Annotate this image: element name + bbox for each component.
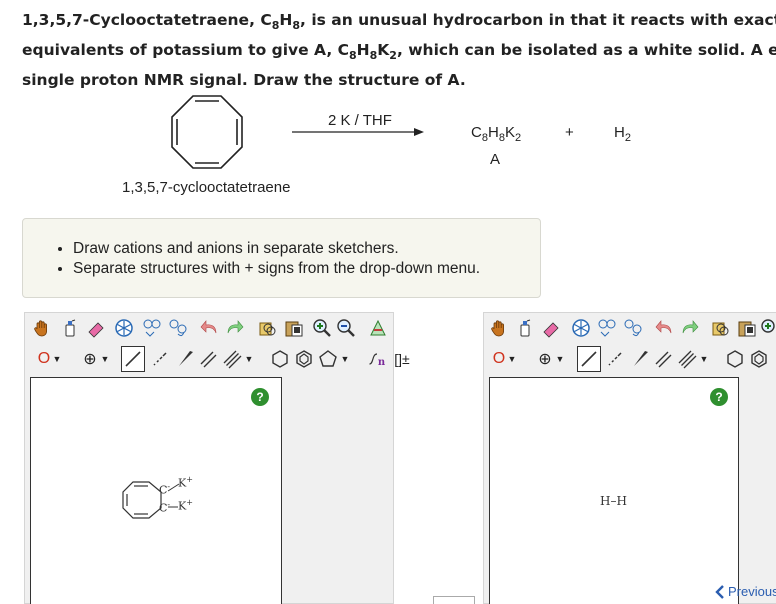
copy-icon[interactable] — [710, 317, 732, 339]
single-bond-icon[interactable] — [577, 346, 601, 372]
reagent-label: 2 K / THF — [328, 112, 392, 129]
previous-label: Previous — [728, 584, 776, 599]
charge-dropdown-chevron-icon[interactable]: ▼ — [99, 348, 111, 370]
single-bond-icon[interactable] — [121, 346, 145, 372]
zoom-out-icon[interactable] — [335, 317, 357, 339]
sketcher-1-toolbar-top — [25, 313, 393, 343]
question-line-1: 1,3,5,7-Cyclooctatetraene, C8H8, is an u… — [22, 11, 776, 33]
undo-icon[interactable] — [654, 317, 676, 339]
eraser-icon[interactable] — [85, 317, 107, 339]
wedge-bond-icon[interactable] — [175, 348, 197, 370]
template-group-icon[interactable] — [141, 317, 163, 339]
triple-bond-icon[interactable] — [221, 348, 243, 370]
potassium-cation-label: K+ — [178, 498, 193, 513]
product-formula: C8H8K2 — [471, 124, 522, 144]
paste-icon[interactable] — [736, 317, 758, 339]
template-chain-icon[interactable] — [167, 317, 189, 339]
sketcher-1-toolbar-bottom: O ▼ ⊕ ▼ ▼ ▼ n []± — [25, 344, 410, 374]
hand-icon[interactable] — [488, 317, 510, 339]
ring-template-icon[interactable] — [570, 317, 592, 339]
question-line-2: equivalents of potassium to give A, C8H8… — [22, 41, 776, 63]
question-line-3: single proton NMR signal. Draw the struc… — [22, 71, 466, 90]
atom-dropdown-chevron-icon[interactable]: ▼ — [506, 348, 518, 370]
chevron-left-icon — [715, 584, 724, 599]
cyclopentane-icon[interactable] — [317, 348, 339, 370]
cyclohexane-icon[interactable] — [269, 348, 291, 370]
previous-button[interactable]: Previous — [715, 584, 776, 599]
redo-icon[interactable] — [223, 317, 245, 339]
scroll-handle[interactable] — [433, 596, 475, 604]
clean-structure-icon[interactable] — [367, 317, 389, 339]
ring-dropdown-chevron-icon[interactable]: ▼ — [339, 348, 351, 370]
cyclohexane-icon[interactable] — [724, 348, 746, 370]
bond-dropdown-chevron-icon[interactable]: ▼ — [698, 348, 710, 370]
sketcher-2-canvas[interactable]: ? H–H — [489, 377, 739, 604]
undo-icon[interactable] — [199, 317, 221, 339]
erase-bottle-icon[interactable] — [514, 317, 536, 339]
triple-bond-icon[interactable] — [676, 348, 698, 370]
instructions-box: Draw cations and anions in separate sket… — [22, 218, 541, 298]
redo-icon[interactable] — [678, 317, 700, 339]
template-group-icon[interactable] — [596, 317, 618, 339]
ring-template-icon[interactable] — [113, 317, 135, 339]
question-text: 1,3,5,7-Cyclooctatetraene, C8H8, is an u… — [22, 8, 776, 93]
copy-icon[interactable] — [257, 317, 279, 339]
charge-dropdown-chevron-icon[interactable]: ▼ — [554, 348, 566, 370]
sgroup-icon[interactable]: n — [365, 348, 389, 370]
erase-bottle-icon[interactable] — [59, 317, 81, 339]
hashed-bond-icon[interactable] — [604, 348, 626, 370]
double-bond-icon[interactable] — [197, 348, 219, 370]
cyclooctatetraene-structure — [171, 95, 243, 169]
zoom-in-icon[interactable] — [760, 317, 776, 339]
double-bond-icon[interactable] — [652, 348, 674, 370]
sketcher-1-canvas[interactable]: ? C- K+ C- K+ — [30, 377, 282, 604]
help-icon[interactable]: ? — [251, 388, 269, 406]
sketcher-2-toolbar-bottom: O ▼ ⊕ ▼ ▼ — [484, 344, 776, 374]
paste-icon[interactable] — [283, 317, 305, 339]
bond-dropdown-chevron-icon[interactable]: ▼ — [243, 348, 255, 370]
help-icon[interactable]: ? — [710, 388, 728, 406]
plus-sign: + — [565, 124, 574, 141]
charge-selector[interactable]: ⊕ — [79, 348, 101, 370]
product-label: A — [490, 151, 501, 168]
hint-item: Draw cations and anions in separate sket… — [73, 239, 480, 259]
sketcher-2: O ▼ ⊕ ▼ ▼ ? H–H — [483, 312, 776, 604]
svg-text:n: n — [378, 357, 386, 368]
hydrogen-molecule-label: H–H — [600, 494, 627, 508]
hashed-bond-icon[interactable] — [149, 348, 171, 370]
wedge-bond-icon[interactable] — [630, 348, 652, 370]
bracket-charge-icon[interactable]: []± — [391, 348, 413, 370]
benzene-icon[interactable] — [293, 348, 315, 370]
reactant-name: 1,3,5,7-cyclooctatetraene — [122, 179, 291, 196]
hydrogen-formula: H2 — [614, 124, 631, 144]
sketcher-1: O ▼ ⊕ ▼ ▼ ▼ n []± ? C- K+ C- K+ — [24, 312, 410, 604]
zoom-in-icon[interactable] — [311, 317, 333, 339]
hint-item: Separate structures with + signs from th… — [73, 259, 480, 279]
benzene-icon[interactable] — [748, 348, 770, 370]
potassium-cation-label: K+ — [178, 475, 193, 490]
eraser-icon[interactable] — [540, 317, 562, 339]
hand-icon[interactable] — [31, 317, 53, 339]
atom-dropdown-chevron-icon[interactable]: ▼ — [51, 348, 63, 370]
sketcher-2-toolbar-top — [484, 313, 776, 343]
charge-selector[interactable]: ⊕ — [534, 348, 556, 370]
template-chain-icon[interactable] — [622, 317, 644, 339]
